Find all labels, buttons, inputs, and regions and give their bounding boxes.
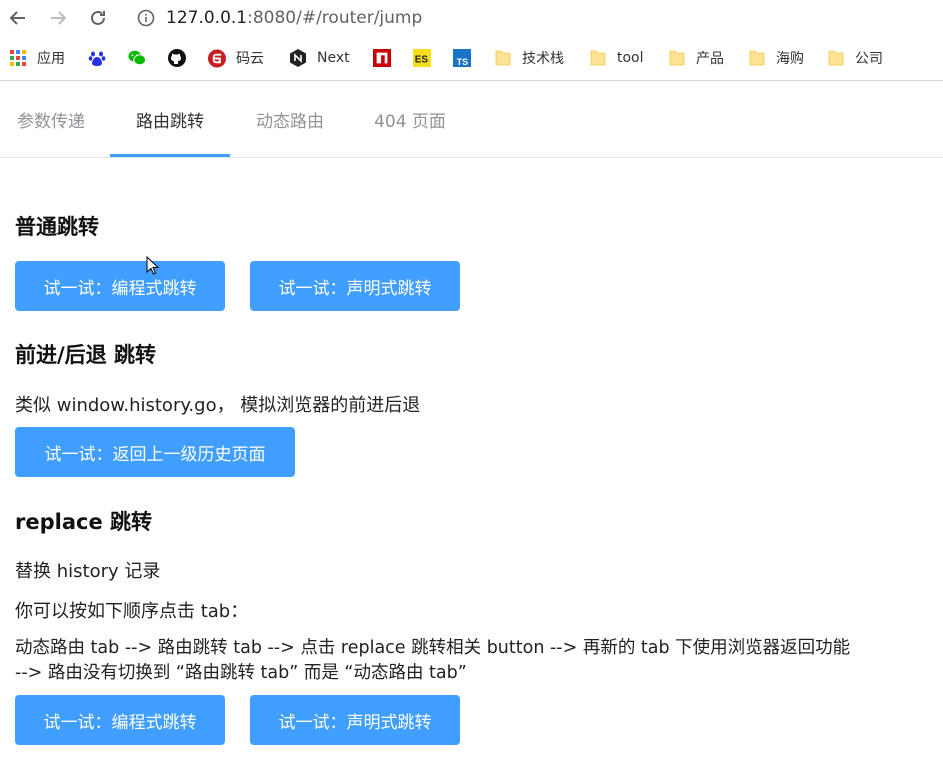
replace-declarative-button[interactable]: 试一试：声明式跳转 (250, 695, 460, 745)
url-host: 127.0.0.1 (166, 8, 248, 28)
bookmark-label: 海购 (776, 51, 804, 67)
history-back-button[interactable]: 试一试：返回上一级历史页面 (15, 427, 295, 477)
active-tab-indicator (110, 154, 230, 157)
replace-steps-line1: 动态路由 tab --> 路由跳转 tab --> 点击 replace 跳转相… (15, 638, 851, 658)
bookmark-label: 产品 (696, 51, 724, 67)
folder-icon (827, 49, 845, 67)
apps-grid-icon (9, 49, 27, 67)
bookmark-github[interactable] (168, 48, 186, 68)
bookmark-gitee[interactable]: 码云 (208, 48, 264, 68)
bookmark-wechat[interactable] (128, 48, 146, 68)
bookmark-es[interactable]: ES (413, 48, 431, 68)
tab-router-jump[interactable]: 路由跳转 (110, 81, 230, 157)
history-description: 类似 window.history.go， 模拟浏览器的前进后退 (15, 395, 421, 416)
back-button[interactable] (6, 6, 30, 30)
es-icon: ES (413, 49, 431, 67)
bookmarks-bar: 应用 码云 Next ES TS 技术栈 tool 产品 海购 公司 (0, 44, 943, 72)
browser-toolbar: 127.0.0.1:8080/#/router/jump (0, 0, 943, 36)
tab-params[interactable]: 参数传递 (0, 81, 102, 157)
mouse-cursor-icon (146, 256, 160, 275)
folder-icon (494, 49, 512, 67)
svg-text:TS: TS (457, 57, 469, 67)
url-path: :8080/#/router/jump (247, 8, 423, 28)
bookmark-folder-company[interactable]: 公司 (827, 48, 883, 68)
replace-description: 替换 history 记录 (15, 561, 161, 582)
bookmark-label: Next (317, 50, 350, 66)
reload-icon (91, 10, 105, 25)
baidu-paw-icon (88, 49, 106, 67)
folder-icon (748, 49, 766, 67)
next-icon (289, 49, 307, 67)
tab-404-page[interactable]: 404 页面 (352, 81, 468, 157)
arrow-right-icon (51, 11, 67, 25)
gitee-icon (208, 49, 226, 67)
info-icon[interactable] (136, 8, 156, 28)
svg-text:ES: ES (415, 55, 429, 66)
section-title-replace: replace 跳转 (15, 510, 153, 534)
bookmark-folder-haigou[interactable]: 海购 (748, 48, 804, 68)
normal-programmatic-button[interactable]: 试一试：编程式跳转 (15, 261, 225, 311)
bookmark-folder-tool[interactable]: tool (589, 48, 644, 68)
address-bar[interactable]: 127.0.0.1:8080/#/router/jump (136, 6, 422, 30)
bookmark-baidu[interactable] (88, 48, 106, 68)
bookmark-label: 公司 (855, 51, 883, 67)
section-title-normal: 普通跳转 (15, 215, 99, 239)
section-title-history: 前进/后退 跳转 (15, 343, 156, 367)
reload-button[interactable] (86, 6, 110, 30)
browser-chrome: 127.0.0.1:8080/#/router/jump 应用 码云 Next … (0, 0, 943, 81)
folder-icon (668, 49, 686, 67)
normal-declarative-button[interactable]: 试一试：声明式跳转 (250, 261, 460, 311)
wechat-icon (128, 49, 146, 67)
ts-icon: TS (453, 49, 471, 67)
forward-button[interactable] (46, 6, 70, 30)
replace-programmatic-button[interactable]: 试一试：编程式跳转 (15, 695, 225, 745)
bookmark-label: 码云 (236, 51, 264, 67)
bookmark-label: 应用 (37, 51, 65, 67)
replace-instructions: 你可以按如下顺序点击 tab： (15, 601, 249, 622)
bookmark-next[interactable]: Next (289, 48, 350, 68)
route-tabs: 参数传递 路由跳转 动态路由 404 页面 (0, 81, 943, 158)
tab-dynamic-route[interactable]: 动态路由 (238, 81, 342, 157)
url-text[interactable]: 127.0.0.1:8080/#/router/jump (166, 8, 422, 28)
folder-icon (589, 49, 607, 67)
bookmark-label: 技术栈 (522, 51, 564, 67)
github-icon (168, 49, 186, 67)
arrow-left-icon (9, 11, 25, 25)
bookmark-npm[interactable] (373, 48, 391, 68)
npm-icon (373, 49, 391, 67)
bookmark-apps[interactable]: 应用 (9, 48, 65, 68)
bookmark-folder-techstack[interactable]: 技术栈 (494, 48, 564, 68)
bookmark-folder-product[interactable]: 产品 (668, 48, 724, 68)
bookmark-label: tool (617, 50, 644, 66)
bookmark-ts[interactable]: TS (453, 48, 471, 68)
replace-steps-line2: --> 路由没有切换到 “路由跳转 tab” 而是 “动态路由 tab” (15, 663, 467, 683)
